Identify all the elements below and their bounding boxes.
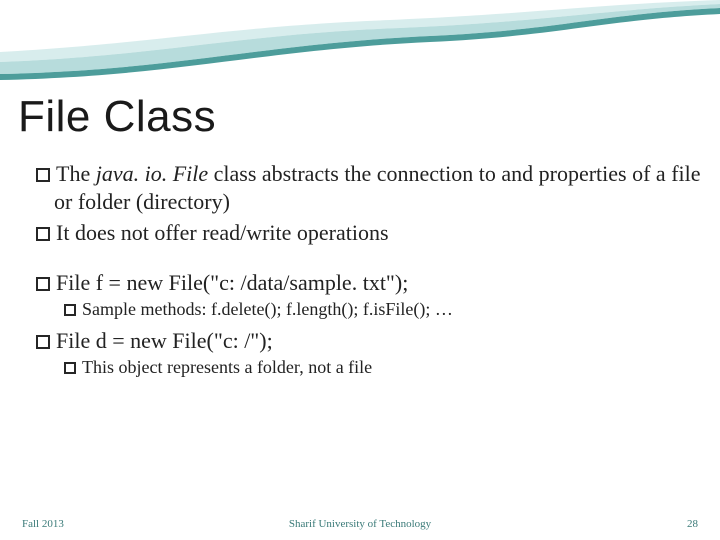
slide-footer: Fall 2013 Sharif University of Technolog…	[0, 508, 720, 530]
bullet-4-sub: This object represents a folder, not a f…	[64, 356, 702, 379]
bullet-1-italic: java. io. File	[96, 161, 208, 186]
bullet-4-sub-text: This object represents a folder, not a f…	[82, 357, 372, 377]
bullet-square-icon	[36, 168, 50, 182]
slide-title: File Class	[18, 92, 702, 142]
bullet-2-text: It does not offer read/write operations	[56, 220, 389, 245]
bullet-square-icon	[36, 335, 50, 349]
footer-center: Sharif University of Technology	[0, 518, 720, 530]
bullet-3-sub: Sample methods: f.delete(); f.length(); …	[64, 298, 702, 321]
bullet-square-icon	[36, 277, 50, 291]
bullet-list: The java. io. File class abstracts the c…	[18, 160, 702, 379]
bullet-3: File f = new File("c: /data/sample. txt"…	[36, 269, 702, 297]
bullet-1-text-pre: The	[56, 161, 96, 186]
bullet-3-text: File f = new File("c: /data/sample. txt"…	[56, 270, 408, 295]
footer-page-number: 28	[687, 518, 698, 530]
bullet-square-icon	[36, 227, 50, 241]
bullet-square-icon	[64, 304, 76, 316]
bullet-2: It does not offer read/write operations	[36, 219, 702, 247]
bullet-4: File d = new File("c: /");	[36, 327, 702, 355]
bullet-1: The java. io. File class abstracts the c…	[36, 160, 702, 215]
bullet-square-icon	[64, 362, 76, 374]
header-swoosh	[0, 0, 720, 90]
slide-content: File Class The java. io. File class abst…	[18, 92, 702, 385]
bullet-3-sub-text: Sample methods: f.delete(); f.length(); …	[82, 299, 453, 319]
bullet-4-text: File d = new File("c: /");	[56, 328, 273, 353]
